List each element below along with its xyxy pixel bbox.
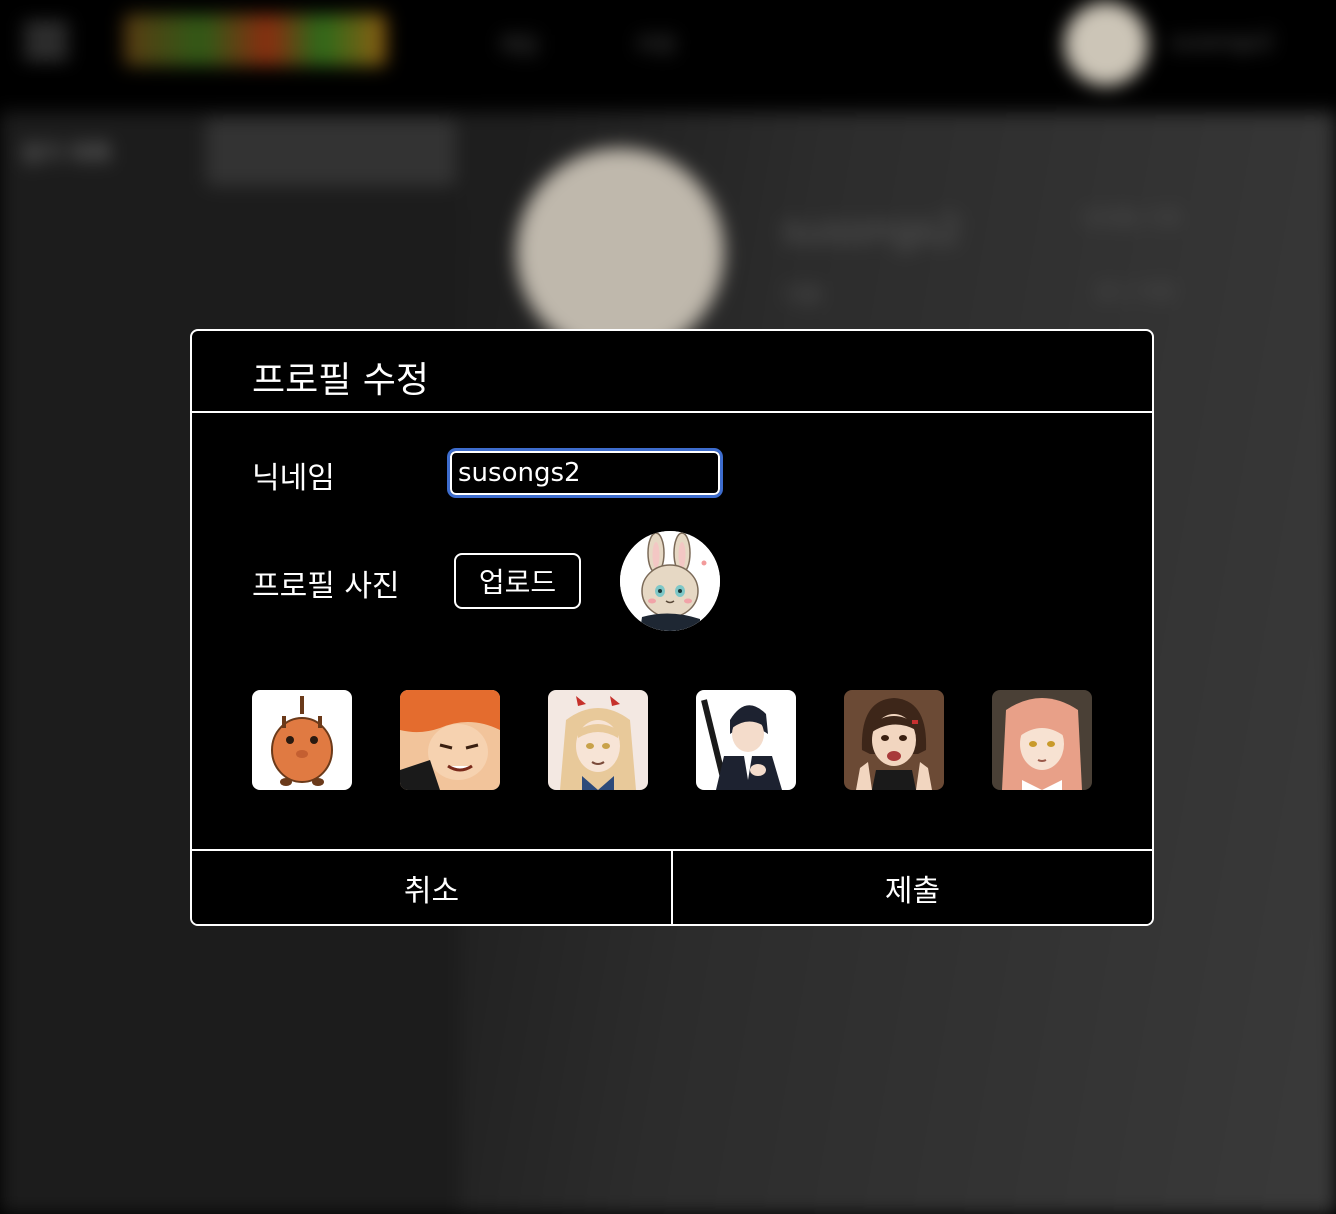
edit-profile-button: 프로필 수정: [1082, 206, 1181, 230]
avatar-choice[interactable]: [548, 690, 648, 790]
profile-name: susongs2: [782, 208, 962, 252]
submit-button[interactable]: 제출: [673, 851, 1152, 924]
pochita-avatar-icon: [252, 690, 352, 790]
profile-photo-label: 프로필 사진: [252, 569, 400, 604]
nickname-label: 닉네임: [252, 461, 335, 496]
blonde-girl-avatar-icon: [548, 690, 648, 790]
avatar-choice[interactable]: [400, 690, 500, 790]
black-hair-swordsman-avatar-icon: [696, 690, 796, 790]
nav-item-community: 커뮤: [636, 34, 677, 59]
sidebar-button: [206, 118, 456, 186]
header-avatar: [1064, 2, 1148, 86]
avatar-choice[interactable]: [992, 690, 1092, 790]
pink-hair-woman-avatar-icon: [992, 690, 1092, 790]
upload-button[interactable]: 업로드: [454, 553, 581, 609]
edit-profile-modal: 프로필 수정 닉네임 프로필 사진 업로드: [190, 329, 1154, 926]
modal-header: 프로필 수정: [192, 331, 1152, 413]
profile-sub: 기본: [782, 284, 823, 309]
site-logo: [124, 14, 386, 66]
modal-footer: 취소 제출: [192, 849, 1152, 924]
sidebar-label: 참가 목록: [22, 142, 111, 167]
nav-item-game: 게임: [498, 34, 539, 59]
cancel-button[interactable]: 취소: [192, 851, 673, 924]
nickname-input[interactable]: [447, 448, 723, 498]
avatar-choice[interactable]: [252, 690, 352, 790]
avatar-choice[interactable]: [696, 690, 796, 790]
brown-hair-girl-avatar-icon: [844, 690, 944, 790]
avatar-choice[interactable]: [844, 690, 944, 790]
rabbit-avatar-icon: [620, 531, 720, 631]
modal-title: 프로필 수정: [252, 360, 430, 401]
logout-button: 로그 아웃: [1096, 280, 1176, 304]
orange-hair-boy-avatar-icon: [400, 690, 500, 790]
profile-avatar: [516, 148, 724, 356]
header-username: susongs2: [1170, 30, 1274, 55]
hamburger-menu-icon: [24, 24, 68, 60]
profile-photo-preview: [620, 531, 720, 631]
